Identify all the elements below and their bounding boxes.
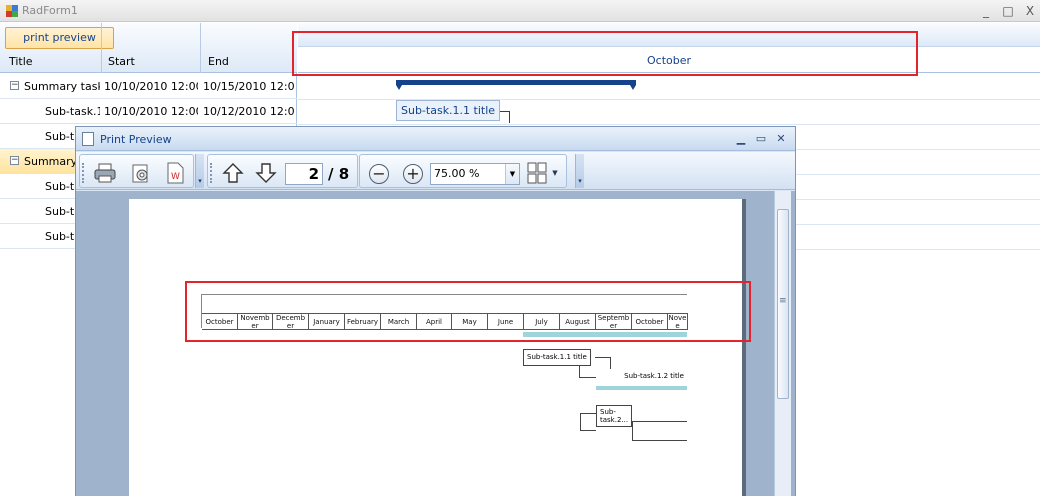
window-title: RadForm1 [22, 4, 78, 17]
highlight-box-preview-timeline [185, 281, 751, 342]
toolbar-group-zoom: − + 75.00 % ▼ ▼ [359, 154, 567, 188]
toolbar-group-navigation: 2 / 8 [207, 154, 358, 188]
highlight-box-timeline [292, 31, 918, 76]
page-layout-icon[interactable] [525, 161, 549, 185]
row-title: Summary task. [24, 80, 100, 93]
table-row[interactable]: − Summary task. 10/10/2010 12:00: 10/15/… [0, 74, 297, 99]
preview-area: October Novemb er Decemb er January Febr… [76, 191, 795, 496]
column-separator [101, 23, 102, 73]
column-header-start[interactable]: Start [108, 55, 135, 68]
row-start: 10/10/2010 12:00: [104, 80, 198, 93]
toolbar-grip[interactable] [82, 163, 85, 183]
dialog-maximize-button[interactable]: ▭ [752, 130, 770, 148]
printed-task: Sub-task.2... [596, 405, 632, 427]
chevron-down-icon[interactable]: ▼ [505, 164, 519, 184]
printer-icon[interactable] [93, 161, 117, 185]
row-start: 10/10/2010 12:00: [104, 105, 198, 118]
printed-link [580, 413, 596, 431]
column-separator [200, 23, 201, 73]
vertical-scrollbar[interactable] [774, 191, 791, 496]
dialog-minimize-button[interactable]: ▁ [732, 130, 750, 148]
print-settings-icon[interactable] [129, 161, 153, 185]
summary-task-bar[interactable] [396, 80, 636, 90]
zoom-out-icon[interactable]: − [369, 164, 389, 184]
print-preview-toolbar: W ▾ 2 / 8 − + 75.00 % ▼ ▼ ▾ [76, 152, 795, 190]
arrow-down-icon[interactable] [254, 161, 278, 185]
toolbar-group-print: W [79, 154, 194, 188]
arrow-up-icon[interactable] [221, 161, 245, 185]
svg-text:W: W [171, 172, 180, 182]
zoom-value: 75.00 % [434, 167, 480, 180]
printed-link [595, 357, 611, 369]
dialog-close-button[interactable]: ✕ [772, 130, 790, 148]
collapse-icon[interactable]: − [10, 81, 19, 90]
print-preview-title: Print Preview [100, 133, 172, 146]
zoom-select[interactable]: 75.00 % ▼ [430, 163, 520, 185]
printed-link [632, 421, 687, 441]
printed-task: Sub-task.1.1 title [523, 349, 591, 366]
print-preview-title-bar: Print Preview ▁ ▭ ✕ [76, 127, 795, 151]
printed-link [579, 366, 597, 378]
preview-page: October Novemb er Decemb er January Febr… [129, 199, 742, 496]
collapse-icon[interactable]: − [10, 156, 19, 165]
scrollbar-thumb[interactable] [777, 209, 789, 399]
toolbar-overflow-arrow[interactable]: ▾ [575, 154, 584, 188]
toolbar-grip[interactable] [210, 163, 213, 183]
printed-task: Sub-task.1.2 title [596, 369, 687, 386]
printed-task-bar [596, 386, 687, 390]
window-title-bar: RadForm1 _ □ X [0, 0, 1040, 22]
layout-dropdown-icon[interactable]: ▼ [549, 161, 561, 185]
total-pages-label: / 8 [328, 165, 350, 183]
print-preview-button[interactable]: print preview [5, 27, 114, 49]
column-header-title[interactable]: Title [9, 55, 33, 68]
close-button[interactable]: X [1020, 2, 1040, 20]
toolbar-overflow-arrow[interactable]: ▾ [195, 154, 204, 188]
document-icon [82, 132, 94, 146]
row-end: 10/15/2010 12:00: [203, 80, 295, 93]
row-end: 10/12/2010 12:00: [203, 105, 295, 118]
minimize-button[interactable]: _ [976, 2, 996, 20]
watermark-icon[interactable]: W [163, 161, 187, 185]
app-icon [6, 5, 18, 17]
grid-header: print preview Title Start End [0, 23, 297, 73]
task-bar[interactable]: Sub-task.1.1 title [396, 100, 501, 121]
current-page-input[interactable]: 2 [285, 163, 323, 185]
column-header-end[interactable]: End [208, 55, 229, 68]
zoom-in-icon[interactable]: + [403, 164, 423, 184]
grid-line [298, 124, 1040, 125]
row-title: Sub-task.1 [45, 105, 100, 118]
table-row[interactable]: Sub-task.1 10/10/2010 12:00: 10/12/2010 … [0, 99, 297, 124]
maximize-button[interactable]: □ [998, 2, 1018, 20]
